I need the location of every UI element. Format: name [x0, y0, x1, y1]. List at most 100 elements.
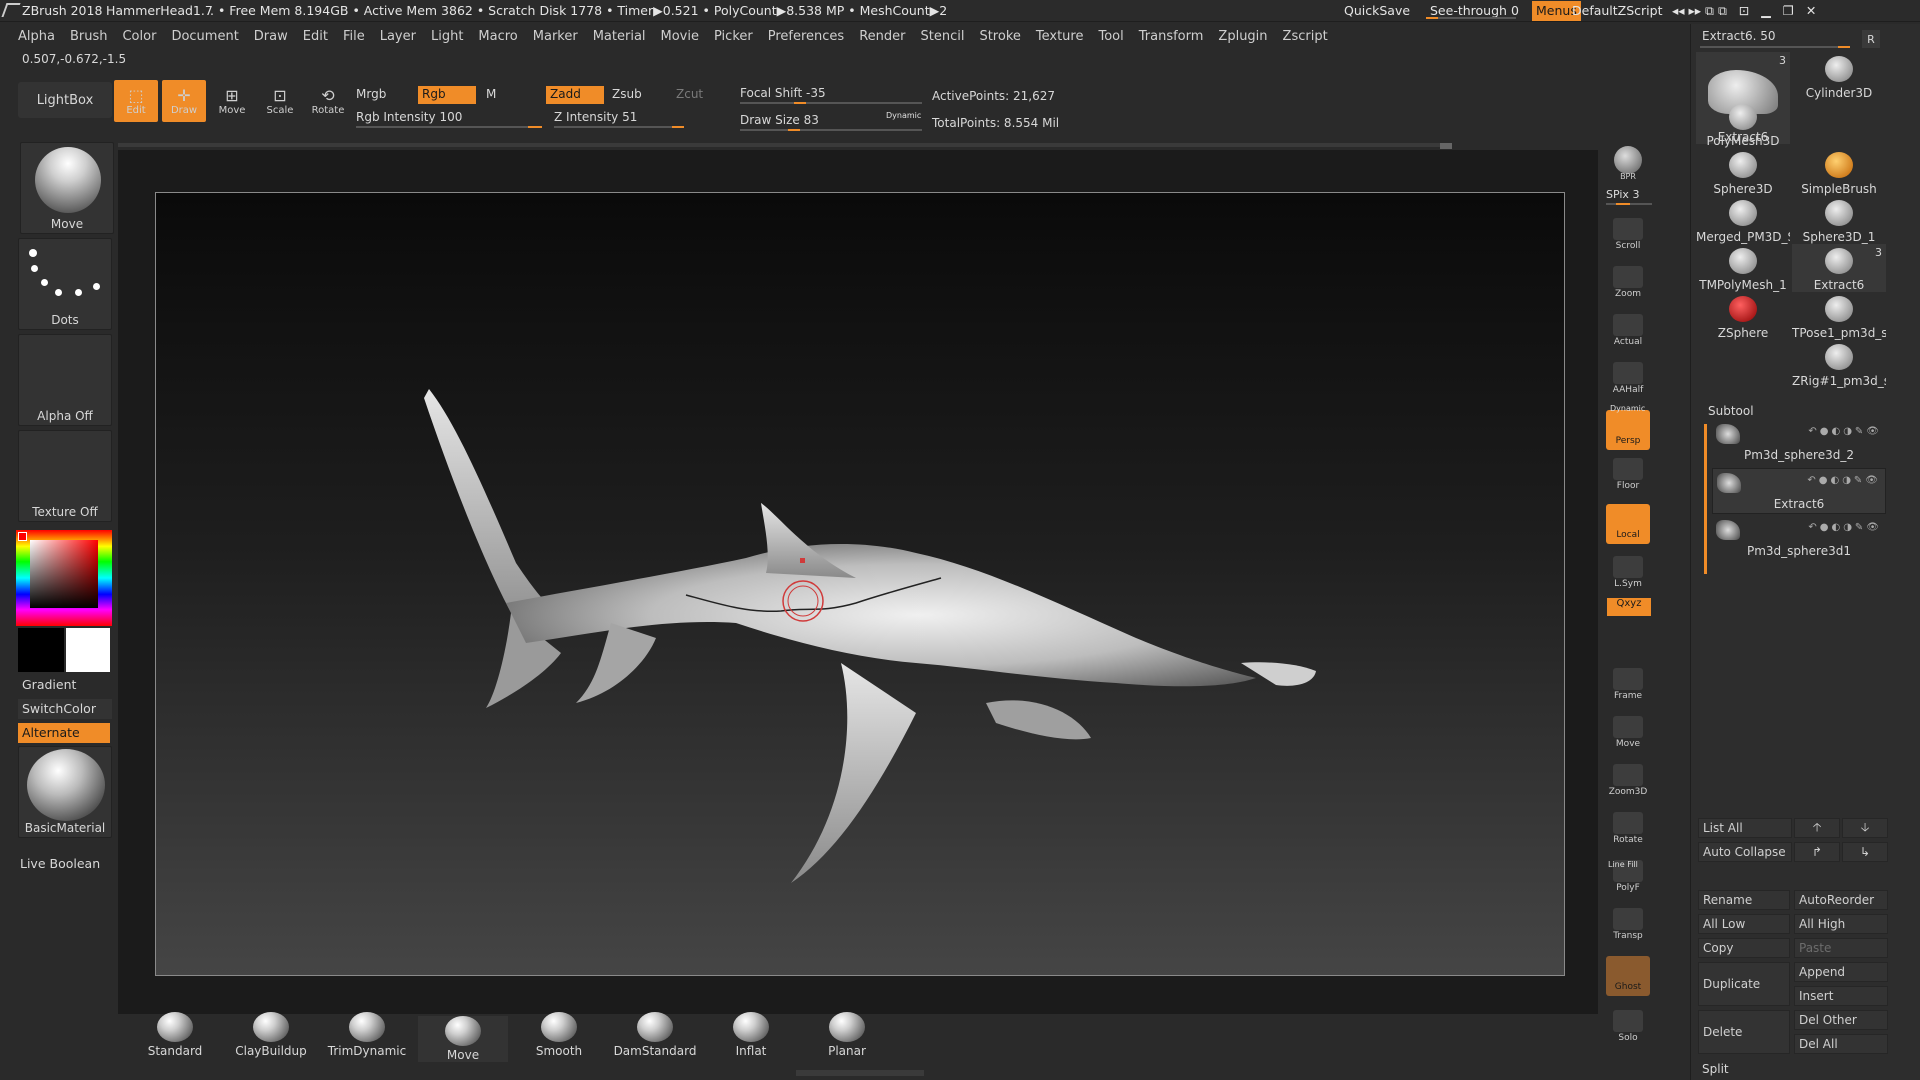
menu-color[interactable]: Color: [122, 29, 156, 44]
horizontal-scroll-track[interactable]: [118, 143, 1448, 147]
texture-selector[interactable]: Texture Off: [18, 430, 112, 522]
subtool-item[interactable]: ↶●◐◑✎👁 Pm3d_sphere3d1: [1712, 516, 1886, 562]
brush-trimdynamic[interactable]: TrimDynamic: [322, 1012, 412, 1058]
see-through-slider[interactable]: See-through 0: [1430, 3, 1519, 18]
dock-ghost-button[interactable]: Ghost: [1606, 956, 1650, 996]
dock-actual-button[interactable]: Actual: [1606, 314, 1650, 354]
primary-color-swatch[interactable]: [18, 628, 64, 672]
color-picker-sv[interactable]: [30, 540, 98, 608]
live-boolean-button[interactable]: Live Boolean: [20, 856, 100, 871]
copy-button[interactable]: Copy: [1698, 938, 1790, 958]
spix-slider[interactable]: SPix 3: [1606, 188, 1652, 205]
duplicate-button[interactable]: Duplicate: [1698, 962, 1790, 1006]
move-button[interactable]: ⊞ Move: [210, 80, 254, 122]
tool-zsphere[interactable]: ZSphere: [1696, 292, 1790, 340]
insert-button[interactable]: Insert: [1794, 986, 1888, 1006]
rotate-button[interactable]: ⟲ Rotate: [306, 80, 350, 122]
brush-damstandard[interactable]: DamStandard: [610, 1012, 700, 1058]
brush-claybuildup[interactable]: ClayBuildup: [226, 1012, 316, 1058]
tool-header-slider[interactable]: Extract6. 50: [1702, 29, 1776, 43]
menu-file[interactable]: File: [343, 29, 365, 44]
dynamic-toggle[interactable]: Dynamic: [886, 111, 921, 120]
delete-button[interactable]: Delete: [1698, 1010, 1790, 1054]
subtool-item[interactable]: ↶●◐◑✎👁 Pm3d_sphere3d_2: [1712, 420, 1886, 466]
m-button[interactable]: M: [486, 87, 496, 101]
autoreorder-button[interactable]: AutoReorder: [1794, 890, 1888, 910]
menu-alpha[interactable]: Alpha: [18, 29, 55, 44]
menu-movie[interactable]: Movie: [661, 29, 699, 44]
menu-layer[interactable]: Layer: [380, 29, 416, 44]
dock-persp-button[interactable]: Persp: [1606, 410, 1650, 450]
zsub-button[interactable]: Zsub: [612, 87, 642, 101]
all-high-button[interactable]: All High: [1794, 914, 1888, 934]
menu-brush[interactable]: Brush: [70, 29, 108, 44]
default-zscript-button[interactable]: DefaultZScript: [1572, 3, 1663, 18]
horizontal-scroll-thumb[interactable]: [1440, 143, 1452, 149]
menu-zscript[interactable]: Zscript: [1283, 29, 1328, 44]
viewport[interactable]: [155, 192, 1565, 976]
menu-draw[interactable]: Draw: [254, 29, 288, 44]
paste-button[interactable]: Paste: [1794, 938, 1888, 958]
menu-macro[interactable]: Macro: [478, 29, 517, 44]
split-button[interactable]: Split: [1702, 1062, 1729, 1076]
draw-size-slider[interactable]: Draw Size 83: [740, 113, 819, 127]
material-selector[interactable]: BasicMaterial: [18, 746, 112, 838]
dock-scroll-button[interactable]: Scroll: [1606, 218, 1650, 258]
tool-tmpolymesh-1[interactable]: TMPolyMesh_1: [1696, 244, 1790, 292]
auto-collapse-button[interactable]: Auto Collapse: [1698, 842, 1792, 862]
edit-button[interactable]: ⬚ Edit: [114, 80, 158, 122]
subtool-visibility-icons[interactable]: ↶●◐◑✎👁: [1807, 475, 1881, 486]
secondary-color-swatch[interactable]: [66, 628, 110, 672]
tool-zrig-1-pm3d-sp[interactable]: ZRig#1_pm3d_sp: [1792, 340, 1886, 388]
move-bottom-button[interactable]: ↳: [1842, 842, 1888, 862]
del-other-button[interactable]: Del Other: [1794, 1010, 1888, 1030]
tool-polymesh3d[interactable]: PolyMesh3D: [1696, 100, 1790, 148]
bpr-button[interactable]: BPR: [1606, 146, 1650, 182]
move-down-button[interactable]: 🡣: [1842, 818, 1888, 838]
subtool-item[interactable]: ↶●◐◑✎👁 Extract6: [1712, 468, 1886, 514]
menu-zplugin[interactable]: Zplugin: [1218, 29, 1267, 44]
z-intensity-slider[interactable]: Z Intensity 51: [554, 110, 637, 124]
brush-inflat[interactable]: Inflat: [706, 1012, 796, 1058]
move-top-button[interactable]: ↱: [1794, 842, 1840, 862]
zcut-button[interactable]: Zcut: [676, 87, 703, 101]
dock-local-button[interactable]: Local: [1606, 504, 1650, 544]
dock-solo-button[interactable]: Solo: [1606, 1010, 1650, 1050]
tool-tpose1-pm3d-sp[interactable]: TPose1_pm3d_sp: [1792, 292, 1886, 340]
menu-preferences[interactable]: Preferences: [768, 29, 844, 44]
subtool-scroll[interactable]: [1704, 424, 1707, 574]
dock-transp-button[interactable]: Transp: [1606, 908, 1650, 948]
mrgb-button[interactable]: Mrgb: [356, 87, 386, 101]
dock-l-sym-button[interactable]: L.Sym: [1606, 556, 1650, 596]
dock-floor-button[interactable]: Floor: [1606, 458, 1650, 498]
scale-button[interactable]: ⊡ Scale: [258, 80, 302, 122]
draw-button[interactable]: ✛ Draw: [162, 80, 206, 122]
menu-edit[interactable]: Edit: [303, 29, 328, 44]
dock-frame-button[interactable]: Frame: [1606, 668, 1650, 708]
menu-transform[interactable]: Transform: [1139, 29, 1204, 44]
shelf-collapse-handle[interactable]: [796, 1070, 924, 1076]
menu-stroke[interactable]: Stroke: [979, 29, 1020, 44]
all-low-button[interactable]: All Low: [1698, 914, 1790, 934]
dock-rotate-button[interactable]: Rotate: [1606, 812, 1650, 852]
menu-document[interactable]: Document: [171, 29, 238, 44]
menu-picker[interactable]: Picker: [714, 29, 753, 44]
window-icons[interactable]: ◂◂ ▸▸ ⧉ ⧉ ⊡ ▁ ❐ ✕: [1672, 3, 1816, 19]
tool-extract6[interactable]: Extract6 3: [1792, 244, 1886, 292]
rename-button[interactable]: Rename: [1698, 890, 1790, 910]
brush-move[interactable]: Move: [418, 1016, 508, 1062]
tool-sphere3d[interactable]: Sphere3D: [1696, 148, 1790, 196]
alpha-selector[interactable]: Alpha Off: [18, 334, 112, 426]
brush-smooth[interactable]: Smooth: [514, 1012, 604, 1058]
tool-r-button[interactable]: R: [1862, 30, 1880, 48]
focal-shift-slider[interactable]: Focal Shift -35: [740, 86, 826, 100]
gradient-button[interactable]: Gradient: [18, 675, 112, 695]
append-button[interactable]: Append: [1794, 962, 1888, 982]
zadd-button[interactable]: Zadd: [546, 86, 604, 104]
menu-material[interactable]: Material: [593, 29, 646, 44]
subtool-visibility-icons[interactable]: ↶●◐◑✎👁: [1808, 426, 1882, 437]
del-all-button[interactable]: Del All: [1794, 1034, 1888, 1054]
stroke-selector[interactable]: Dots: [18, 238, 112, 330]
tool-cylinder3d[interactable]: Cylinder3D: [1792, 52, 1886, 100]
list-all-button[interactable]: List All: [1698, 818, 1792, 838]
